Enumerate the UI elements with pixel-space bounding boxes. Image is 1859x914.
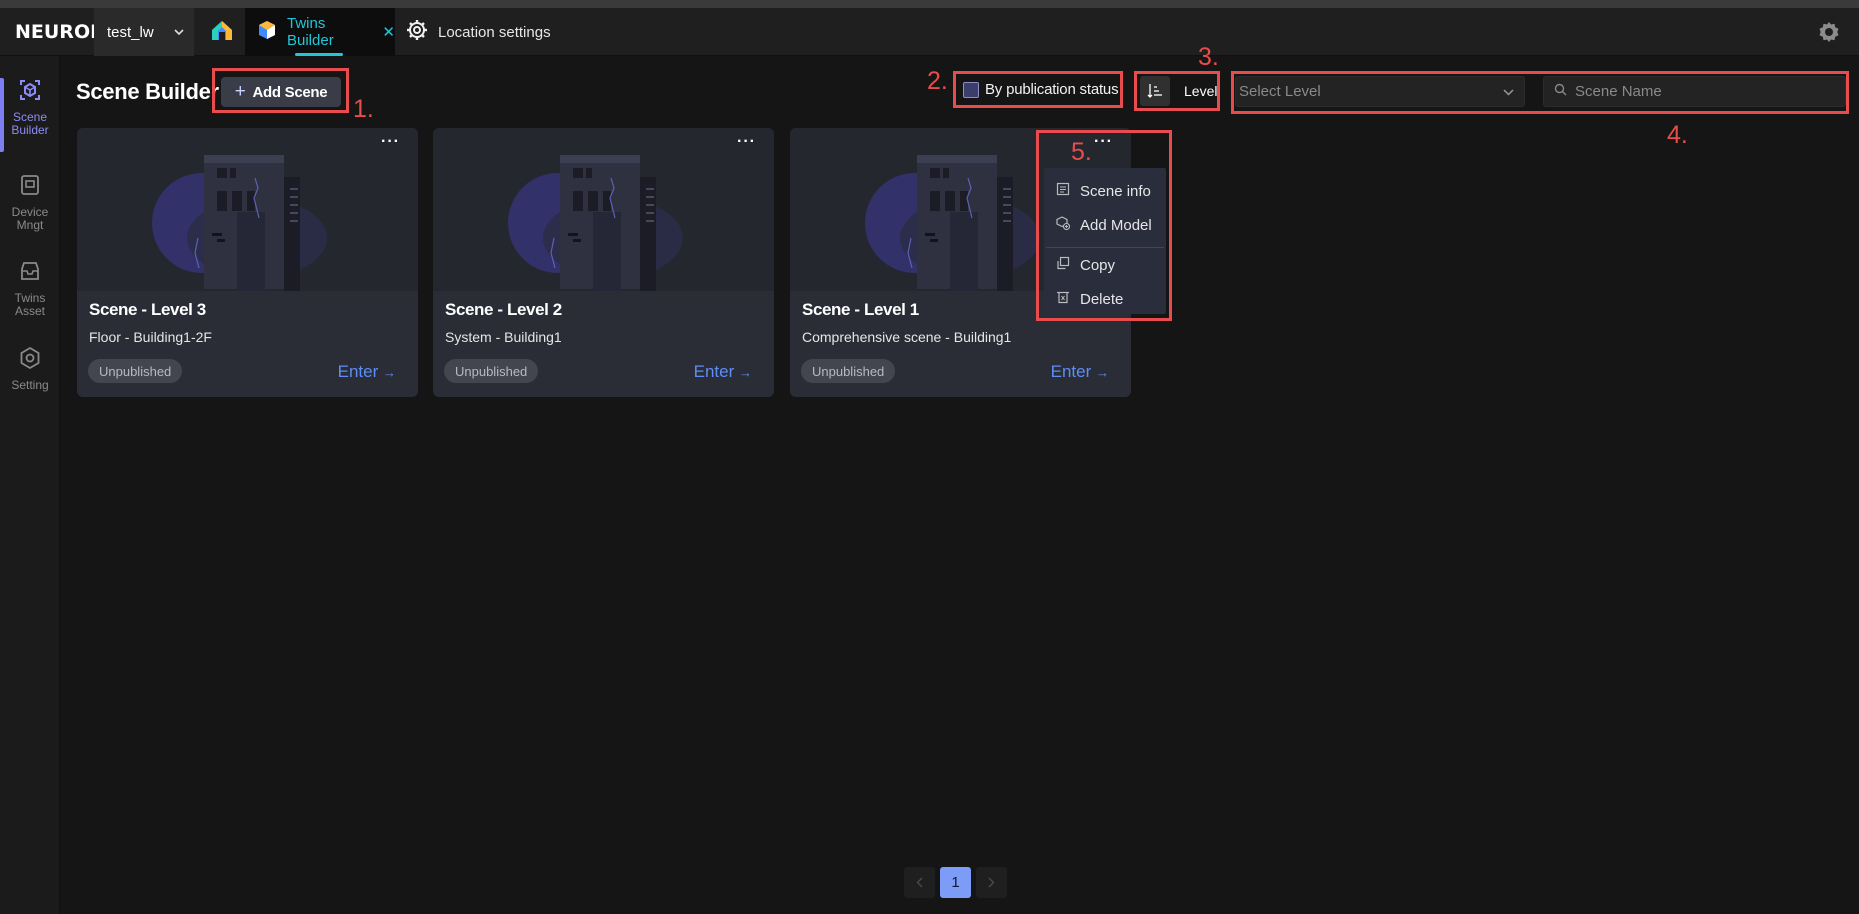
chevron-left-icon [916,877,923,888]
publication-checkbox[interactable] [963,81,979,98]
asset-icon [18,259,42,292]
status-badge: Unpublished [801,359,896,383]
cube-icon [257,20,277,44]
enter-label: Enter [337,362,379,381]
annotation-number-1: 1. [353,95,374,123]
sidebar-item-label: Setting [11,378,49,392]
level-sort-control[interactable]: Level [1140,76,1217,106]
arrow-right-icon: → [1096,365,1109,380]
annotation-number-3: 3. [1198,43,1219,71]
sidebar-item-scene-builder[interactable]: Scene Builder [0,78,60,152]
tab-label: Location settings [438,23,551,41]
menu-item-label: Scene info [1080,182,1151,200]
select-level-placeholder: Select Level [1239,83,1321,100]
device-icon [18,173,42,206]
menu-item-add-model[interactable]: Add Model [1044,211,1166,239]
chevron-right-icon [988,877,995,888]
scene-title: Scene - Level 1 [802,300,919,319]
annotation-number-4: 4. [1667,121,1688,149]
arrow-right-icon: → [739,365,752,380]
building-illustration [508,155,683,291]
sidebar-item-label: Twins Asset [14,291,46,318]
scene-subtitle: Floor - Building1-2F [89,329,212,345]
sidebar-item-label: Device Mngt [11,205,49,232]
menu-item-label: Delete [1080,290,1124,308]
sidebar-item-twins-asset[interactable]: Twins Asset [0,259,60,318]
scene-title: Scene - Level 2 [445,300,562,319]
search-icon [1554,83,1567,100]
tab-active-indicator [295,53,343,56]
page-number-button[interactable]: 1 [940,867,971,898]
chevron-down-icon [174,26,184,38]
tenant-selector[interactable]: test_lw [94,8,194,56]
tab-label: Twins Builder [287,15,334,49]
home-icon [210,19,234,46]
enter-link[interactable]: Enter → [338,362,396,382]
pagination: 1 [904,867,1007,899]
scene-thumbnail [77,128,418,291]
menu-item-label: Add Model [1080,216,1152,234]
more-options-icon[interactable]: ··· [381,133,400,151]
menu-item-delete[interactable]: Delete [1044,285,1166,313]
sort-label: Level [1184,83,1218,99]
document-icon [1056,182,1070,200]
select-level-dropdown[interactable]: Select Level [1235,76,1525,107]
card-context-menu: Scene info Add Model Copy Delete [1044,168,1166,314]
settings-gear-icon[interactable] [1817,20,1841,44]
add-model-icon [1056,216,1071,234]
top-bar: NEURON test_lw Twins Builder ✕ Location … [0,8,1859,56]
enter-label: Enter [693,362,735,381]
enter-label: Enter [1050,362,1092,381]
scene-thumbnail [433,128,774,291]
chevron-down-icon [1503,83,1514,100]
status-badge: Unpublished [444,359,539,383]
more-options-icon[interactable]: ··· [737,133,756,151]
copy-icon [1056,256,1070,274]
tab-twins-builder[interactable]: Twins Builder ✕ [245,8,395,56]
sort-icon[interactable] [1140,76,1170,106]
arrow-right-icon: → [383,365,396,380]
enter-link[interactable]: Enter → [1051,362,1109,382]
scene-subtitle: System - Building1 [445,329,562,345]
status-badge: Unpublished [88,359,183,383]
gear-icon [406,19,428,45]
publication-status-filter[interactable]: By publication status [963,81,1119,98]
enter-link[interactable]: Enter → [694,362,752,382]
scene-subtitle: Comprehensive scene - Building1 [802,329,1012,345]
annotation-number-5: 5. [1071,138,1092,166]
home-tab[interactable] [199,8,245,56]
page-title: Scene Builder [76,79,219,104]
scene-builder-icon [18,78,42,111]
scene-name-search-input[interactable]: Scene Name [1543,76,1846,107]
setting-icon [18,346,42,379]
menu-item-copy[interactable]: Copy [1044,251,1166,279]
window-top-strip [0,0,1859,8]
more-options-icon[interactable]: ··· [1094,133,1113,151]
search-placeholder: Scene Name [1575,83,1662,100]
tenant-name: test_lw [107,23,154,41]
add-scene-button[interactable]: + Add Scene [221,77,341,107]
next-page-button[interactable] [976,867,1007,898]
menu-item-scene-info[interactable]: Scene info [1044,177,1166,205]
scene-title: Scene - Level 3 [89,300,206,319]
app-logo: NEURON [15,21,106,43]
add-scene-label: Add Scene [252,83,328,101]
building-illustration [152,155,327,291]
tab-location-settings[interactable]: Location settings [406,8,551,56]
scene-card[interactable]: ··· Scene - Level 2 System - Building1 U… [433,128,774,397]
close-icon[interactable]: ✕ [382,23,395,41]
sidebar: Scene Builder Device Mngt Twins Asset Se… [0,56,60,914]
prev-page-button[interactable] [904,867,935,898]
delete-icon [1056,290,1070,308]
publication-filter-label: By publication status [985,81,1119,98]
plus-icon: + [234,81,246,102]
sidebar-item-label: Scene Builder [11,110,49,137]
scene-card[interactable]: ··· Scene - Level 3 Floor - Building1-2F… [77,128,418,397]
annotation-number-2: 2. [927,67,948,95]
menu-item-label: Copy [1080,256,1116,274]
sidebar-item-device-mngt[interactable]: Device Mngt [0,173,60,232]
menu-divider [1046,247,1164,248]
sidebar-item-setting[interactable]: Setting [0,346,60,392]
